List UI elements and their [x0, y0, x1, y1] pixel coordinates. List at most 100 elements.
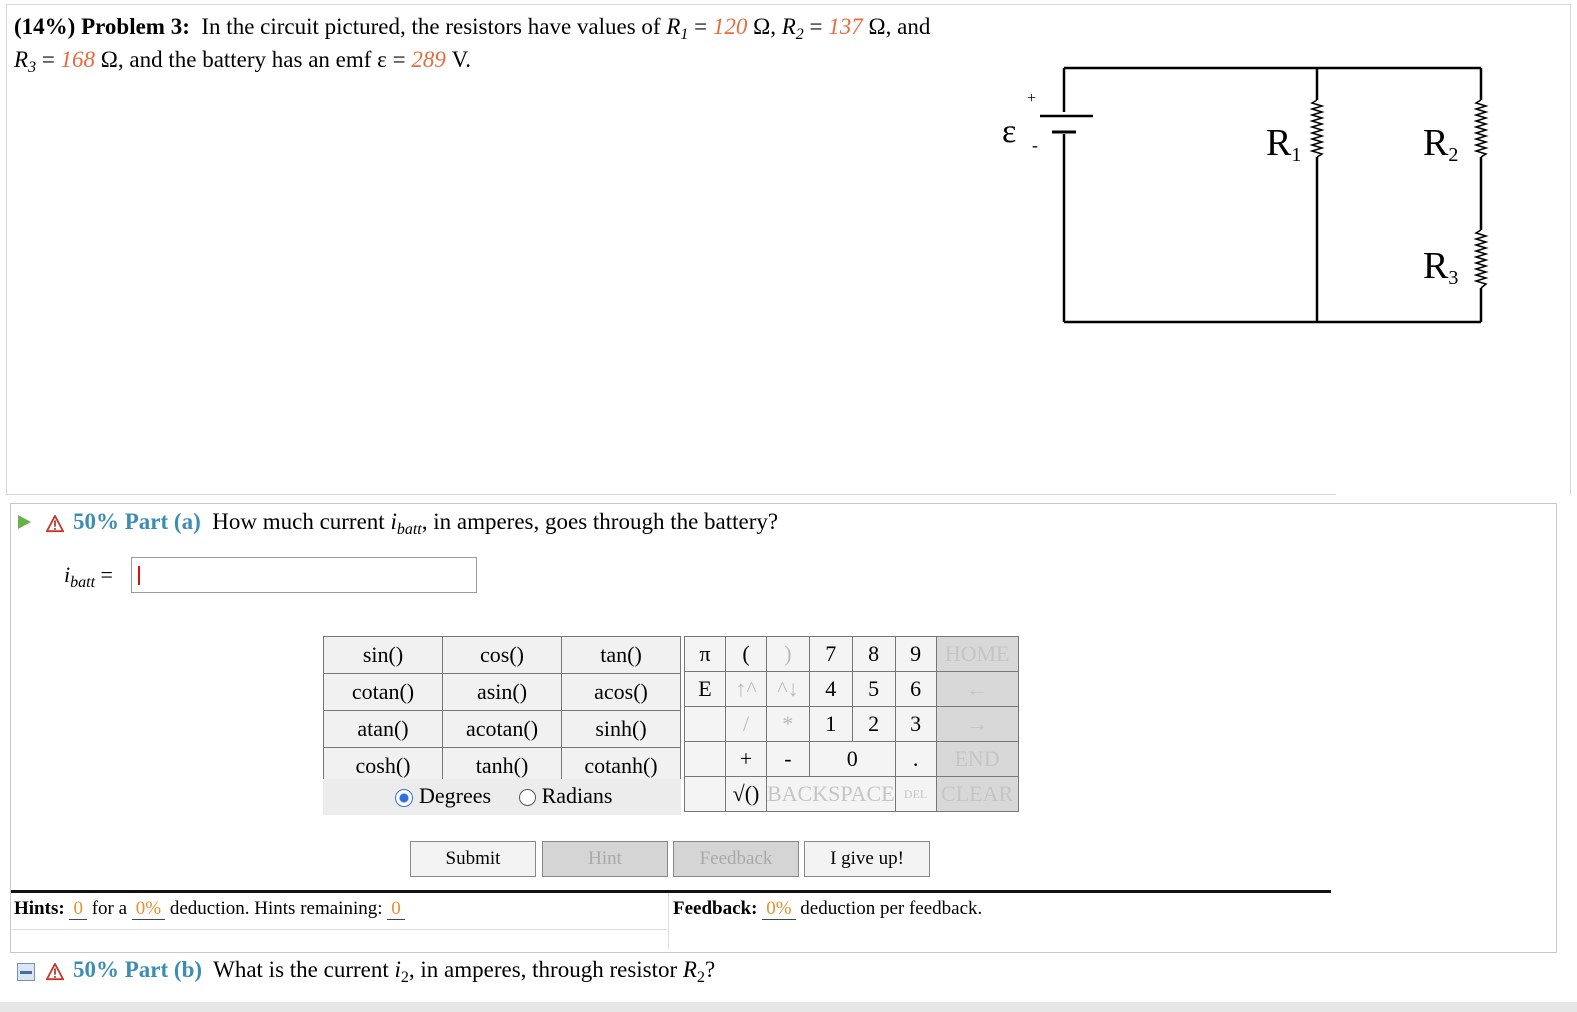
part-b-resistor-sub: 2 — [696, 969, 705, 986]
part-b-question-end: ? — [704, 957, 716, 982]
left-arrow-button[interactable]: ← — [935, 671, 1019, 707]
r2-value: 137 — [828, 14, 863, 39]
hints-remaining: 0 — [387, 898, 405, 920]
sin-button[interactable]: sin() — [323, 636, 443, 674]
expand-icon[interactable] — [18, 515, 31, 529]
answer-label: ibatt = — [64, 562, 113, 591]
key-4[interactable]: 4 — [808, 671, 853, 707]
key-1[interactable]: 1 — [808, 706, 853, 742]
part-b-var-sub: 2 — [400, 969, 409, 986]
r2-symbol: R — [781, 14, 796, 39]
r3-tail: Ω, and the battery has an emf ε = — [100, 47, 406, 72]
r1-label: R1 — [1266, 122, 1301, 166]
number-keypad: π ( ) 7 8 9 HOME E ↑^ ^↓ 4 5 6 ← / * 1 2… — [684, 636, 1019, 812]
divide-button[interactable]: / — [725, 706, 767, 742]
r1-subscript: 1 — [680, 26, 689, 43]
emf-unit: V. — [451, 47, 471, 72]
key-8[interactable]: 8 — [851, 636, 896, 672]
sinh-button[interactable]: sinh() — [561, 710, 681, 748]
open-paren-button[interactable]: ( — [725, 636, 767, 672]
key-6[interactable]: 6 — [894, 671, 937, 707]
page-bottom-bar — [0, 1002, 1577, 1012]
part-a-question-tail: , in amperes, goes through the battery? — [421, 509, 779, 534]
degrees-radio[interactable] — [395, 788, 413, 807]
down-arrow-button[interactable]: ^↓ — [766, 671, 810, 707]
function-keypad: sin() cos() tan() cotan() asin() acos() … — [323, 636, 681, 785]
del-button[interactable]: DEL — [894, 776, 937, 812]
part-b-question: What is the current — [213, 957, 389, 982]
key-5[interactable]: 5 — [851, 671, 896, 707]
up-arrow-button[interactable]: ↑^ — [725, 671, 767, 707]
r2-subscript: 2 — [795, 26, 804, 43]
minus-button[interactable]: - — [766, 741, 810, 777]
decimal-button[interactable]: . — [894, 741, 937, 777]
cotan-button[interactable]: cotan() — [323, 673, 443, 711]
home-button[interactable]: HOME — [935, 636, 1019, 672]
cos-button[interactable]: cos() — [442, 636, 562, 674]
hints-count: 0 — [69, 898, 87, 920]
answer-equals: = — [100, 562, 113, 587]
key-7[interactable]: 7 — [808, 636, 853, 672]
answer-var-sub: batt — [70, 574, 96, 591]
tan-button[interactable]: tan() — [561, 636, 681, 674]
collapse-icon[interactable] — [17, 963, 35, 981]
radians-radio[interactable] — [518, 789, 536, 807]
part-a-var-sub: batt — [396, 521, 422, 538]
part-b-title[interactable]: 50% Part (b) — [73, 957, 202, 982]
key-0[interactable]: 0 — [808, 741, 896, 777]
part-a-title[interactable]: 50% Part (a) — [73, 509, 201, 534]
resistor-r2 — [1473, 99, 1489, 158]
hints-percent: 0% — [131, 898, 166, 920]
r2-tail: Ω, and — [868, 14, 931, 39]
sqrt-button[interactable]: √() — [725, 776, 767, 812]
equals: = — [694, 14, 708, 39]
warning-icon — [46, 515, 64, 533]
r3-subscript: 3 — [28, 59, 37, 76]
blank-key — [684, 776, 726, 812]
feedback-text: deduction per feedback. — [800, 898, 983, 919]
hints-deduction-text: deduction. Hints remaining: — [169, 898, 383, 919]
divider — [11, 890, 1331, 893]
asin-button[interactable]: asin() — [442, 673, 562, 711]
e-button[interactable]: E — [684, 671, 726, 707]
emf-value: 289 — [411, 47, 446, 72]
r2-label: R2 — [1423, 122, 1458, 166]
angle-mode-row: Degrees Radians — [323, 779, 681, 815]
submit-button[interactable]: Submit — [410, 841, 536, 877]
part-a-header: 50% Part (a) How much current ibatt, in … — [73, 507, 779, 538]
hint-button[interactable]: Hint — [542, 841, 668, 877]
r3-label-sub: 3 — [1448, 267, 1458, 289]
end-button[interactable]: END — [935, 741, 1019, 777]
multiply-button[interactable]: * — [766, 706, 810, 742]
right-arrow-button[interactable]: → — [935, 706, 1019, 742]
r3-value: 168 — [60, 47, 96, 72]
r1-label-sub: 1 — [1291, 144, 1301, 166]
emf-label: ε — [1002, 113, 1016, 150]
resistor-r3 — [1473, 229, 1489, 289]
clear-button[interactable]: CLEAR — [935, 776, 1019, 812]
problem-statement: (14%) Problem 3: In the circuit pictured… — [14, 10, 1014, 76]
feedback-button[interactable]: Feedback — [673, 841, 799, 877]
problem-weight: (14%) — [14, 14, 76, 39]
text-caret — [138, 566, 140, 585]
r3-label-letter: R — [1423, 245, 1449, 287]
backspace-button[interactable]: BACKSPACE — [766, 776, 896, 812]
acotan-button[interactable]: acotan() — [442, 710, 562, 748]
angle-mode-options: Degrees Radians — [395, 783, 612, 809]
atan-button[interactable]: atan() — [323, 710, 443, 748]
key-2[interactable]: 2 — [851, 706, 896, 742]
close-paren-button[interactable]: ) — [766, 636, 810, 672]
minus-sign: - — [1032, 135, 1038, 155]
pi-button[interactable]: π — [684, 636, 726, 672]
acos-button[interactable]: acos() — [561, 673, 681, 711]
key-3[interactable]: 3 — [894, 706, 937, 742]
give-up-button[interactable]: I give up! — [804, 841, 930, 877]
feedback-percent: 0% — [762, 898, 796, 920]
key-9[interactable]: 9 — [894, 636, 937, 672]
answer-input[interactable] — [131, 557, 477, 593]
part-b-header: 50% Part (b) What is the current i2, in … — [73, 955, 716, 986]
r1-symbol: R — [666, 14, 681, 39]
plus-button[interactable]: + — [725, 741, 767, 777]
feedback-status: Feedback: 0% deduction per feedback. — [673, 898, 982, 920]
blank-key — [684, 706, 726, 742]
